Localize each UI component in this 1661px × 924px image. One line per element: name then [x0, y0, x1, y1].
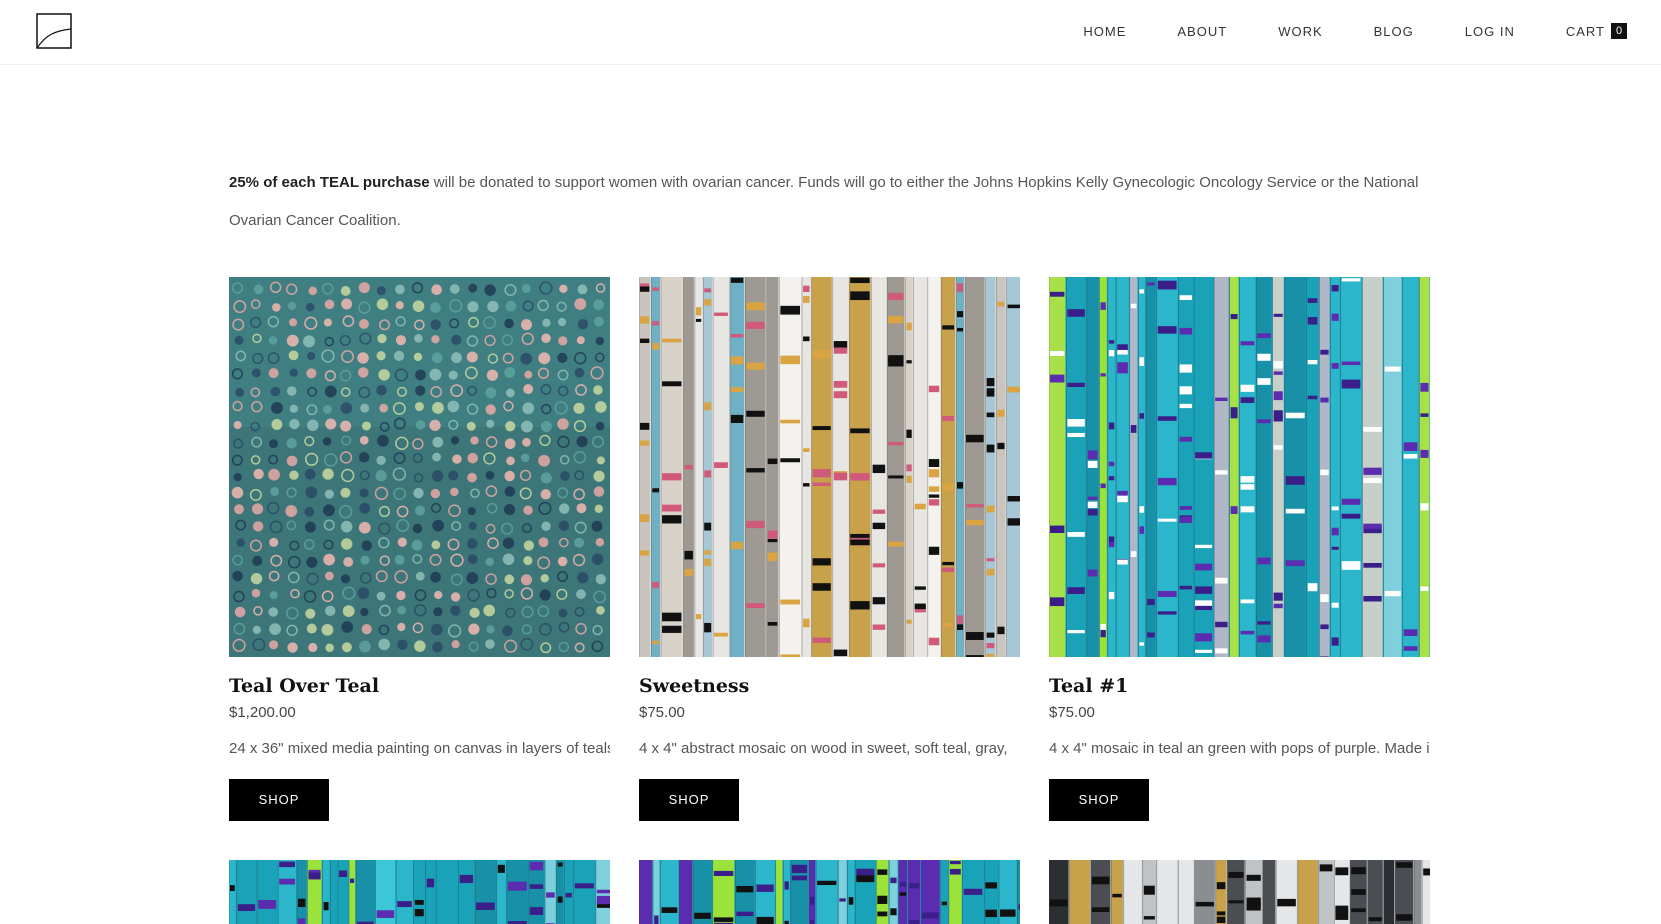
donation-notice-bold: 25% of each TEAL purchase: [229, 174, 430, 191]
product-description: 4 x 4" abstract mosaic on wood in sweet,…: [639, 740, 1008, 757]
product-image-next-row-1[interactable]: [229, 860, 610, 924]
product-description: 4 x 4" mosaic in teal an green with pops…: [1049, 740, 1430, 757]
cart-count-badge: 0: [1611, 23, 1627, 39]
product-card: Teal Over Teal $1,200.00 24 x 36" mixed …: [229, 277, 610, 821]
brand-logo-icon[interactable]: [36, 13, 72, 49]
product-price: $75.00: [639, 704, 685, 721]
cart-link[interactable]: CART 0: [1566, 23, 1627, 39]
nav-blog[interactable]: BLOG: [1374, 24, 1414, 39]
shop-button[interactable]: SHOP: [229, 779, 329, 821]
product-image-next-row-2[interactable]: [639, 860, 1020, 924]
product-image-sweetness[interactable]: [639, 277, 1020, 657]
nav-home[interactable]: HOME: [1083, 24, 1126, 39]
product-card: Teal #1 $75.00 4 x 4" mosaic in teal an …: [1049, 277, 1430, 821]
nav-log-in[interactable]: LOG IN: [1465, 24, 1515, 39]
product-title[interactable]: Sweetness: [639, 672, 1020, 700]
donation-notice: 25% of each TEAL purchase will be donate…: [229, 164, 1429, 240]
product-title[interactable]: Teal #1: [1049, 672, 1430, 700]
nav-about[interactable]: ABOUT: [1177, 24, 1227, 39]
product-image-teal-1[interactable]: [1049, 277, 1430, 657]
site-header: HOME ABOUT WORK BLOG LOG IN CART 0: [0, 0, 1661, 65]
nav-work[interactable]: WORK: [1278, 24, 1322, 39]
product-card: Sweetness $75.00 4 x 4" abstract mosaic …: [639, 277, 1020, 821]
shop-button[interactable]: SHOP: [639, 779, 739, 821]
product-image-next-row-3[interactable]: [1049, 860, 1430, 924]
main-nav: HOME ABOUT WORK BLOG LOG IN CART 0: [1083, 0, 1627, 62]
product-price: $1,200.00: [229, 704, 296, 721]
product-price: $75.00: [1049, 704, 1095, 721]
product-description: 24 x 36" mixed media painting on canvas …: [229, 740, 610, 757]
shop-button[interactable]: SHOP: [1049, 779, 1149, 821]
product-title[interactable]: Teal Over Teal: [229, 672, 610, 700]
product-image-teal-over-teal[interactable]: [229, 277, 610, 657]
cart-label: CART: [1565, 23, 1605, 39]
